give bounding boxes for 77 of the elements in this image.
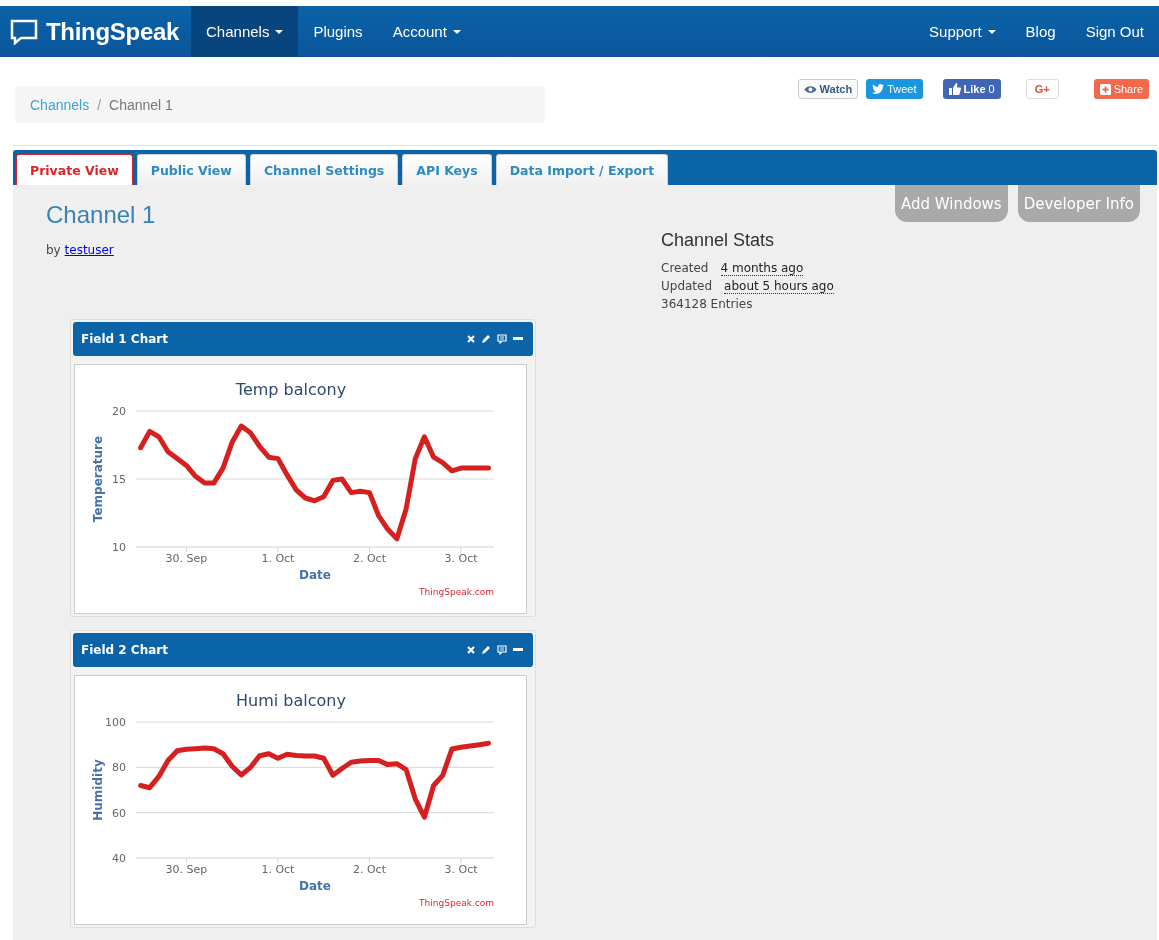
breadcrumb-separator: / xyxy=(97,96,102,113)
chart-title: Humi balcony xyxy=(236,691,346,710)
nav-menu-item[interactable]: Channels xyxy=(191,6,299,57)
y-axis-title: Temperature xyxy=(91,435,105,523)
tab[interactable]: Public View xyxy=(136,154,246,185)
tab[interactable]: Channel Settings xyxy=(249,154,399,185)
chart-credit[interactable]: ThingSpeak.com xyxy=(419,587,494,597)
x-tick-label: 30. Sep xyxy=(165,552,208,565)
plus-box-icon xyxy=(1099,83,1111,95)
x-tick-label: 1. Oct xyxy=(261,863,295,876)
google-plus-button[interactable]: G+ xyxy=(1025,79,1059,99)
x-tick-label: 2. Oct xyxy=(352,863,386,876)
eye-icon xyxy=(803,84,817,94)
x-tick-label: 2. Oct xyxy=(352,552,386,565)
channel-title: Channel 1 xyxy=(46,201,157,229)
tab[interactable]: Private View xyxy=(16,154,133,185)
stat-value: about 5 hours ago xyxy=(724,279,834,294)
nav-menu-item[interactable]: Plugins xyxy=(298,6,378,57)
x-tick-label: 1. Oct xyxy=(261,552,295,565)
nav-menu-item[interactable]: Support xyxy=(914,6,1011,57)
owner-link[interactable]: testuser xyxy=(64,243,114,257)
comment-icon[interactable] xyxy=(497,334,507,344)
caret-icon xyxy=(275,29,284,34)
close-icon[interactable] xyxy=(467,335,475,343)
stat-label: Updated xyxy=(661,279,713,295)
thumbs-up-icon xyxy=(948,83,961,95)
y-tick-label: 60 xyxy=(112,806,126,820)
bird-icon xyxy=(872,84,885,94)
breadcrumb-current: Channel 1 xyxy=(109,96,173,113)
tweet-button[interactable]: Tweet xyxy=(866,79,923,99)
window-title: Field 1 Chart xyxy=(81,332,168,346)
comment-icon[interactable] xyxy=(497,645,507,655)
nav-menu-item[interactable]: Account xyxy=(377,6,476,57)
x-tick-mark xyxy=(277,546,279,553)
y-tick-label: 80 xyxy=(112,761,126,775)
caret-icon xyxy=(452,29,461,34)
brand-logo[interactable]: ThingSpeak xyxy=(10,6,192,57)
x-axis-title: Date xyxy=(299,568,331,582)
tab[interactable]: API Keys xyxy=(402,154,492,185)
brand-name: ThingSpeak xyxy=(46,17,180,46)
caret-icon xyxy=(987,29,996,34)
chart-title: Temp balcony xyxy=(235,380,347,399)
pencil-icon[interactable] xyxy=(481,645,491,655)
breadcrumb-link[interactable]: Channels xyxy=(30,96,90,113)
watch-button[interactable]: Watch xyxy=(797,79,859,99)
x-tick-label: 3. Oct xyxy=(444,863,478,876)
minimize-icon[interactable] xyxy=(513,337,523,341)
x-tick-label: 3. Oct xyxy=(444,552,478,565)
byline-label: by xyxy=(46,243,61,257)
y-tick-label: 10 xyxy=(112,541,126,554)
nav-menu-item[interactable]: Blog xyxy=(1010,6,1071,57)
pencil-icon[interactable] xyxy=(481,334,491,344)
y-tick-label: 15 xyxy=(112,473,126,486)
like-button[interactable]: Like 0 xyxy=(942,79,1001,99)
x-tick-label: 30. Sep xyxy=(165,863,208,876)
stat-value: 4 months ago xyxy=(720,261,804,276)
y-tick-label: 20 xyxy=(112,405,126,418)
close-icon[interactable] xyxy=(467,646,475,654)
x-tick-mark xyxy=(185,546,187,553)
stat-label: Created xyxy=(661,261,709,277)
window-title: Field 2 Chart xyxy=(81,643,168,657)
speech-bubble-icon xyxy=(10,18,38,45)
entries-count: 364128 Entries xyxy=(661,297,753,313)
x-tick-mark xyxy=(369,546,370,553)
stats-heading: Channel Stats xyxy=(661,230,776,251)
x-axis-title: Date xyxy=(299,879,331,893)
nav-menu-item[interactable]: Sign Out xyxy=(1070,6,1159,57)
y-tick-label: 100 xyxy=(105,716,126,729)
minimize-icon[interactable] xyxy=(513,648,523,652)
tab[interactable]: Data Import / Export xyxy=(495,154,669,185)
y-axis-title: Humidity xyxy=(91,759,105,821)
x-tick-mark xyxy=(277,857,279,864)
x-tick-mark xyxy=(185,857,187,864)
x-tick-mark xyxy=(369,857,370,864)
chart-credit[interactable]: ThingSpeak.com xyxy=(419,898,494,908)
y-tick-label: 40 xyxy=(112,852,126,865)
share-button[interactable]: Share xyxy=(1093,79,1149,99)
